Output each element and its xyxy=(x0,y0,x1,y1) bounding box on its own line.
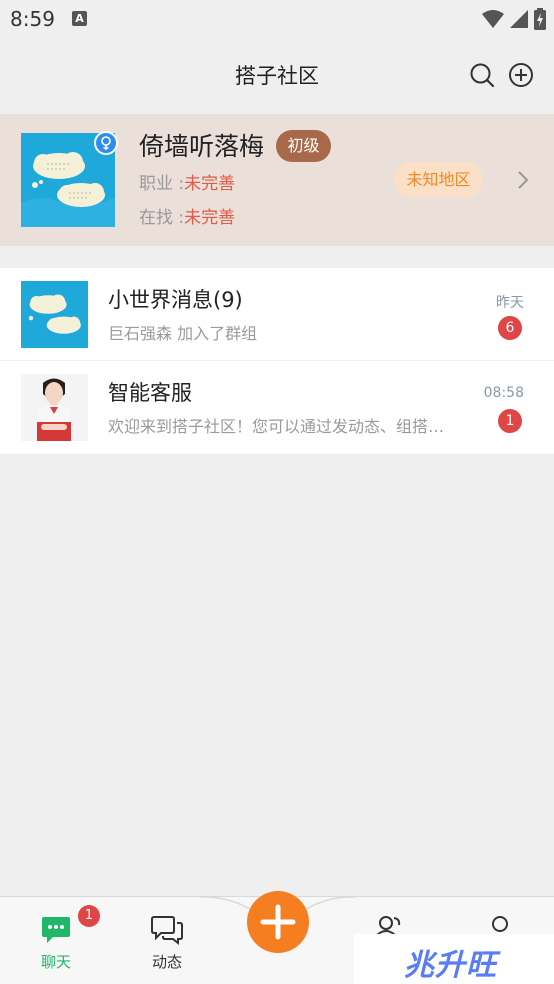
watermark-text: 兆升旺 xyxy=(404,948,497,983)
job-value: 未完善 xyxy=(184,174,236,194)
wifi-icon xyxy=(482,10,504,28)
chat-name: 智能客服 xyxy=(108,381,192,405)
status-icons xyxy=(482,8,546,30)
tab-label: 聊天 xyxy=(40,953,71,971)
tab-label: 动态 xyxy=(151,953,182,971)
add-circle-icon[interactable] xyxy=(508,62,534,88)
seeking-label: 在找 : xyxy=(139,208,185,228)
level-badge: 初级 xyxy=(276,130,331,162)
status-time: 8:59 xyxy=(10,7,55,31)
unread-badge: 6 xyxy=(498,316,522,340)
chat-list: 小世界消息(9) 巨石强森 加入了群组 昨天 6 智能客服 欢迎来到搭子社区！您… xyxy=(0,268,554,454)
profile-name: 倚墙听落梅 xyxy=(139,132,265,161)
friends-icon xyxy=(376,916,401,935)
female-icon xyxy=(94,131,118,155)
add-post-button[interactable] xyxy=(247,891,309,953)
chat-item-small-world[interactable]: 小世界消息(9) 巨石强森 加入了群组 昨天 6 xyxy=(0,268,554,361)
signal-icon xyxy=(510,10,528,28)
cloud-avatar xyxy=(21,281,88,348)
battery-charging-icon xyxy=(534,8,546,30)
chat-tab-badge: 1 xyxy=(78,905,100,927)
top-app-bar: 搭子社区 xyxy=(0,38,554,114)
profile-icon xyxy=(492,916,508,932)
search-icon[interactable] xyxy=(469,62,495,88)
chat-preview: 欢迎来到搭子社区！您可以通过发动态、组搭子、加入群组认识新朋友… xyxy=(108,417,448,436)
tab-moments[interactable]: 动态 xyxy=(127,897,207,984)
chat-time: 昨天 xyxy=(496,295,524,311)
region-badge: 未知地区 xyxy=(394,162,483,197)
moments-icon xyxy=(151,916,183,945)
watermark: 兆升旺 xyxy=(354,934,554,984)
chat-name: 小世界消息(9) xyxy=(108,288,243,312)
status-bar: 8:59 A xyxy=(0,0,554,38)
notification-icon: A xyxy=(72,11,87,26)
chat-preview: 巨石强森 加入了群组 xyxy=(108,324,258,343)
chevron-right-icon[interactable] xyxy=(516,170,530,190)
chat-item-customer-service[interactable]: 智能客服 欢迎来到搭子社区！您可以通过发动态、组搭子、加入群组认识新朋友… 08… xyxy=(0,361,554,454)
chat-time: 08:58 xyxy=(483,385,524,401)
unread-badge: 1 xyxy=(498,409,522,433)
add-icon xyxy=(260,904,296,940)
job-label: 职业 : xyxy=(139,174,185,194)
profile-job: 职业 :未完善 xyxy=(139,169,235,194)
profile-seeking: 在找 :未完善 xyxy=(139,203,235,228)
chat-bubble-icon xyxy=(42,917,70,943)
service-agent-avatar xyxy=(21,374,88,441)
seeking-value: 未完善 xyxy=(184,208,236,228)
